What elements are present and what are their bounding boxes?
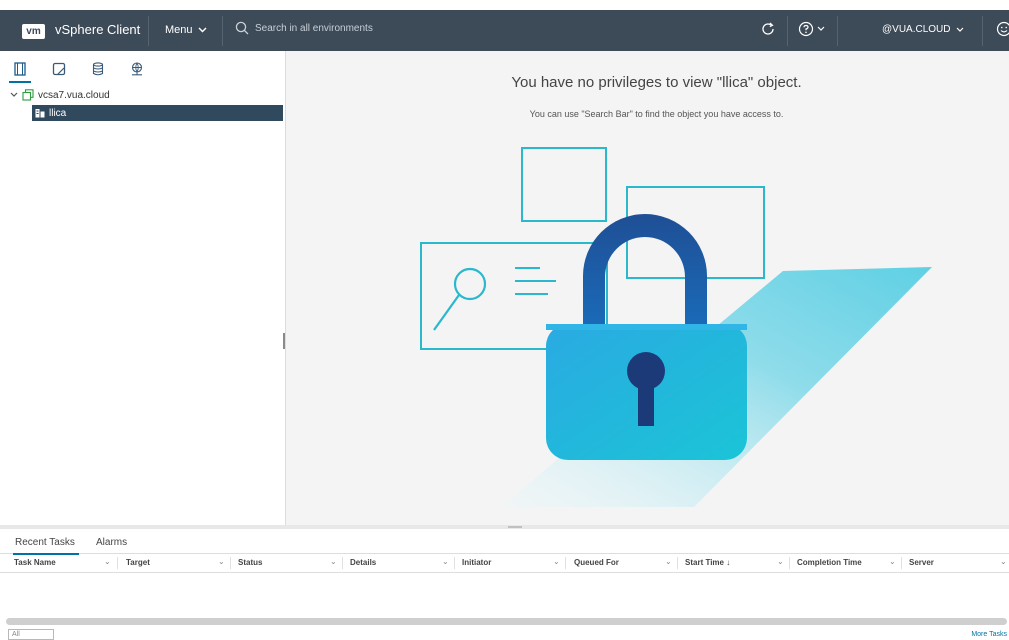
column-header[interactable]: Start Time ↓ (685, 558, 730, 567)
global-search[interactable] (235, 21, 515, 35)
column-header[interactable]: Server (909, 558, 934, 567)
header-separator (222, 16, 223, 46)
column-header[interactable]: Completion Time (797, 558, 862, 567)
column-filter-icon[interactable]: ⌄ (889, 557, 896, 566)
column-filter-icon[interactable]: ⌄ (330, 557, 337, 566)
column-separator[interactable] (342, 557, 343, 569)
column-separator[interactable] (565, 557, 566, 569)
no-privileges-subtitle: You can use "Search Bar" to find the obj… (529, 109, 784, 119)
column-header[interactable]: Task Name (14, 558, 56, 567)
horizontal-scrollbar[interactable] (6, 618, 1007, 625)
column-filter-icon[interactable]: ⌄ (777, 557, 784, 566)
no-privileges-title: You have no privileges to view "llica" o… (511, 74, 802, 91)
app-title[interactable]: vSphere Client (55, 22, 140, 37)
header-separator (787, 16, 788, 46)
column-separator[interactable] (230, 557, 231, 569)
feedback-button[interactable] (996, 21, 1009, 42)
storage-icon (92, 62, 104, 76)
column-filter-icon[interactable]: ⌄ (218, 557, 225, 566)
chevron-down-icon (817, 26, 825, 31)
panel-splitter[interactable] (283, 333, 285, 349)
column-filter-icon[interactable]: ⌄ (104, 557, 111, 566)
chevron-down-icon (198, 27, 207, 33)
vcenter-icon (22, 89, 34, 101)
user-menu[interactable]: @VUA.CLOUD (882, 24, 964, 35)
tree-node-label: vcsa7.vua.cloud (38, 89, 110, 101)
navigator-tabs (0, 51, 285, 83)
main-content: You have no privileges to view "llica" o… (286, 51, 1009, 525)
datacenter-icon (35, 109, 45, 118)
tasks-panel: Recent Tasks Alarms Task Name ⌄ Target ⌄… (0, 529, 1009, 640)
menu-label: Menu (165, 24, 193, 36)
column-filter-icon[interactable]: ⌄ (553, 557, 560, 566)
column-filter-icon[interactable]: ⌄ (1000, 557, 1007, 566)
column-header[interactable]: Queued For (574, 558, 619, 567)
refresh-icon (762, 22, 774, 35)
tab-hosts-and-clusters[interactable] (9, 61, 31, 83)
column-header[interactable]: Status (238, 558, 262, 567)
column-separator[interactable] (789, 557, 790, 569)
lock-shackle (583, 214, 707, 326)
splitter-grip[interactable] (508, 526, 522, 528)
task-filter-value: All (12, 631, 20, 638)
column-header[interactable]: Details (350, 558, 376, 567)
no-access-illustration (420, 147, 932, 507)
column-header[interactable]: Initiator (462, 558, 491, 567)
column-separator[interactable] (454, 557, 455, 569)
help-icon (798, 21, 814, 37)
tab-networking[interactable] (129, 61, 145, 77)
smiley-icon (996, 21, 1009, 37)
menu-button[interactable]: Menu (165, 24, 207, 36)
chevron-down-icon (956, 27, 963, 32)
tasks-tabs: Recent Tasks Alarms (0, 529, 1009, 555)
hosts-and-clusters-icon (14, 62, 26, 76)
header-separator (148, 16, 149, 46)
vms-and-templates-icon (52, 62, 66, 76)
networking-icon (131, 62, 143, 76)
more-tasks-link[interactable]: More Tasks (971, 631, 1007, 638)
tab-vms-and-templates[interactable] (51, 61, 67, 77)
tab-alarms[interactable]: Alarms (96, 537, 127, 548)
chevron-down-icon[interactable] (10, 92, 18, 98)
task-filter-select[interactable]: All (8, 629, 54, 640)
column-separator[interactable] (117, 557, 118, 569)
tasks-grid-header: Task Name ⌄ Target ⌄ Status ⌄ Details ⌄ … (0, 554, 1009, 573)
search-input[interactable] (255, 22, 515, 34)
column-filter-icon[interactable]: ⌄ (665, 557, 672, 566)
column-filter-icon[interactable]: ⌄ (442, 557, 449, 566)
column-separator[interactable] (677, 557, 678, 569)
window-outline-top (521, 147, 607, 222)
header-top-strip (0, 0, 1009, 10)
top-header: vm vSphere Client Menu @VUA.CLOUD (0, 0, 1009, 51)
user-label: @VUA.CLOUD (882, 24, 951, 35)
column-separator[interactable] (901, 557, 902, 569)
help-menu[interactable] (798, 21, 825, 37)
header-separator (837, 16, 838, 46)
tree-node-label: llica (49, 107, 67, 119)
tree-node-vcenter[interactable]: vcsa7.vua.cloud (10, 89, 110, 101)
navigator-panel: vcsa7.vua.cloud llica (0, 51, 286, 525)
column-header[interactable]: Target (126, 558, 150, 567)
vm-logo: vm (22, 24, 45, 39)
refresh-button[interactable] (760, 21, 776, 42)
tab-recent-tasks[interactable]: Recent Tasks (13, 537, 79, 555)
header-separator (982, 16, 983, 46)
search-icon (235, 21, 249, 35)
tree-node-selected[interactable]: llica (32, 105, 283, 121)
tab-storage[interactable] (90, 61, 106, 77)
